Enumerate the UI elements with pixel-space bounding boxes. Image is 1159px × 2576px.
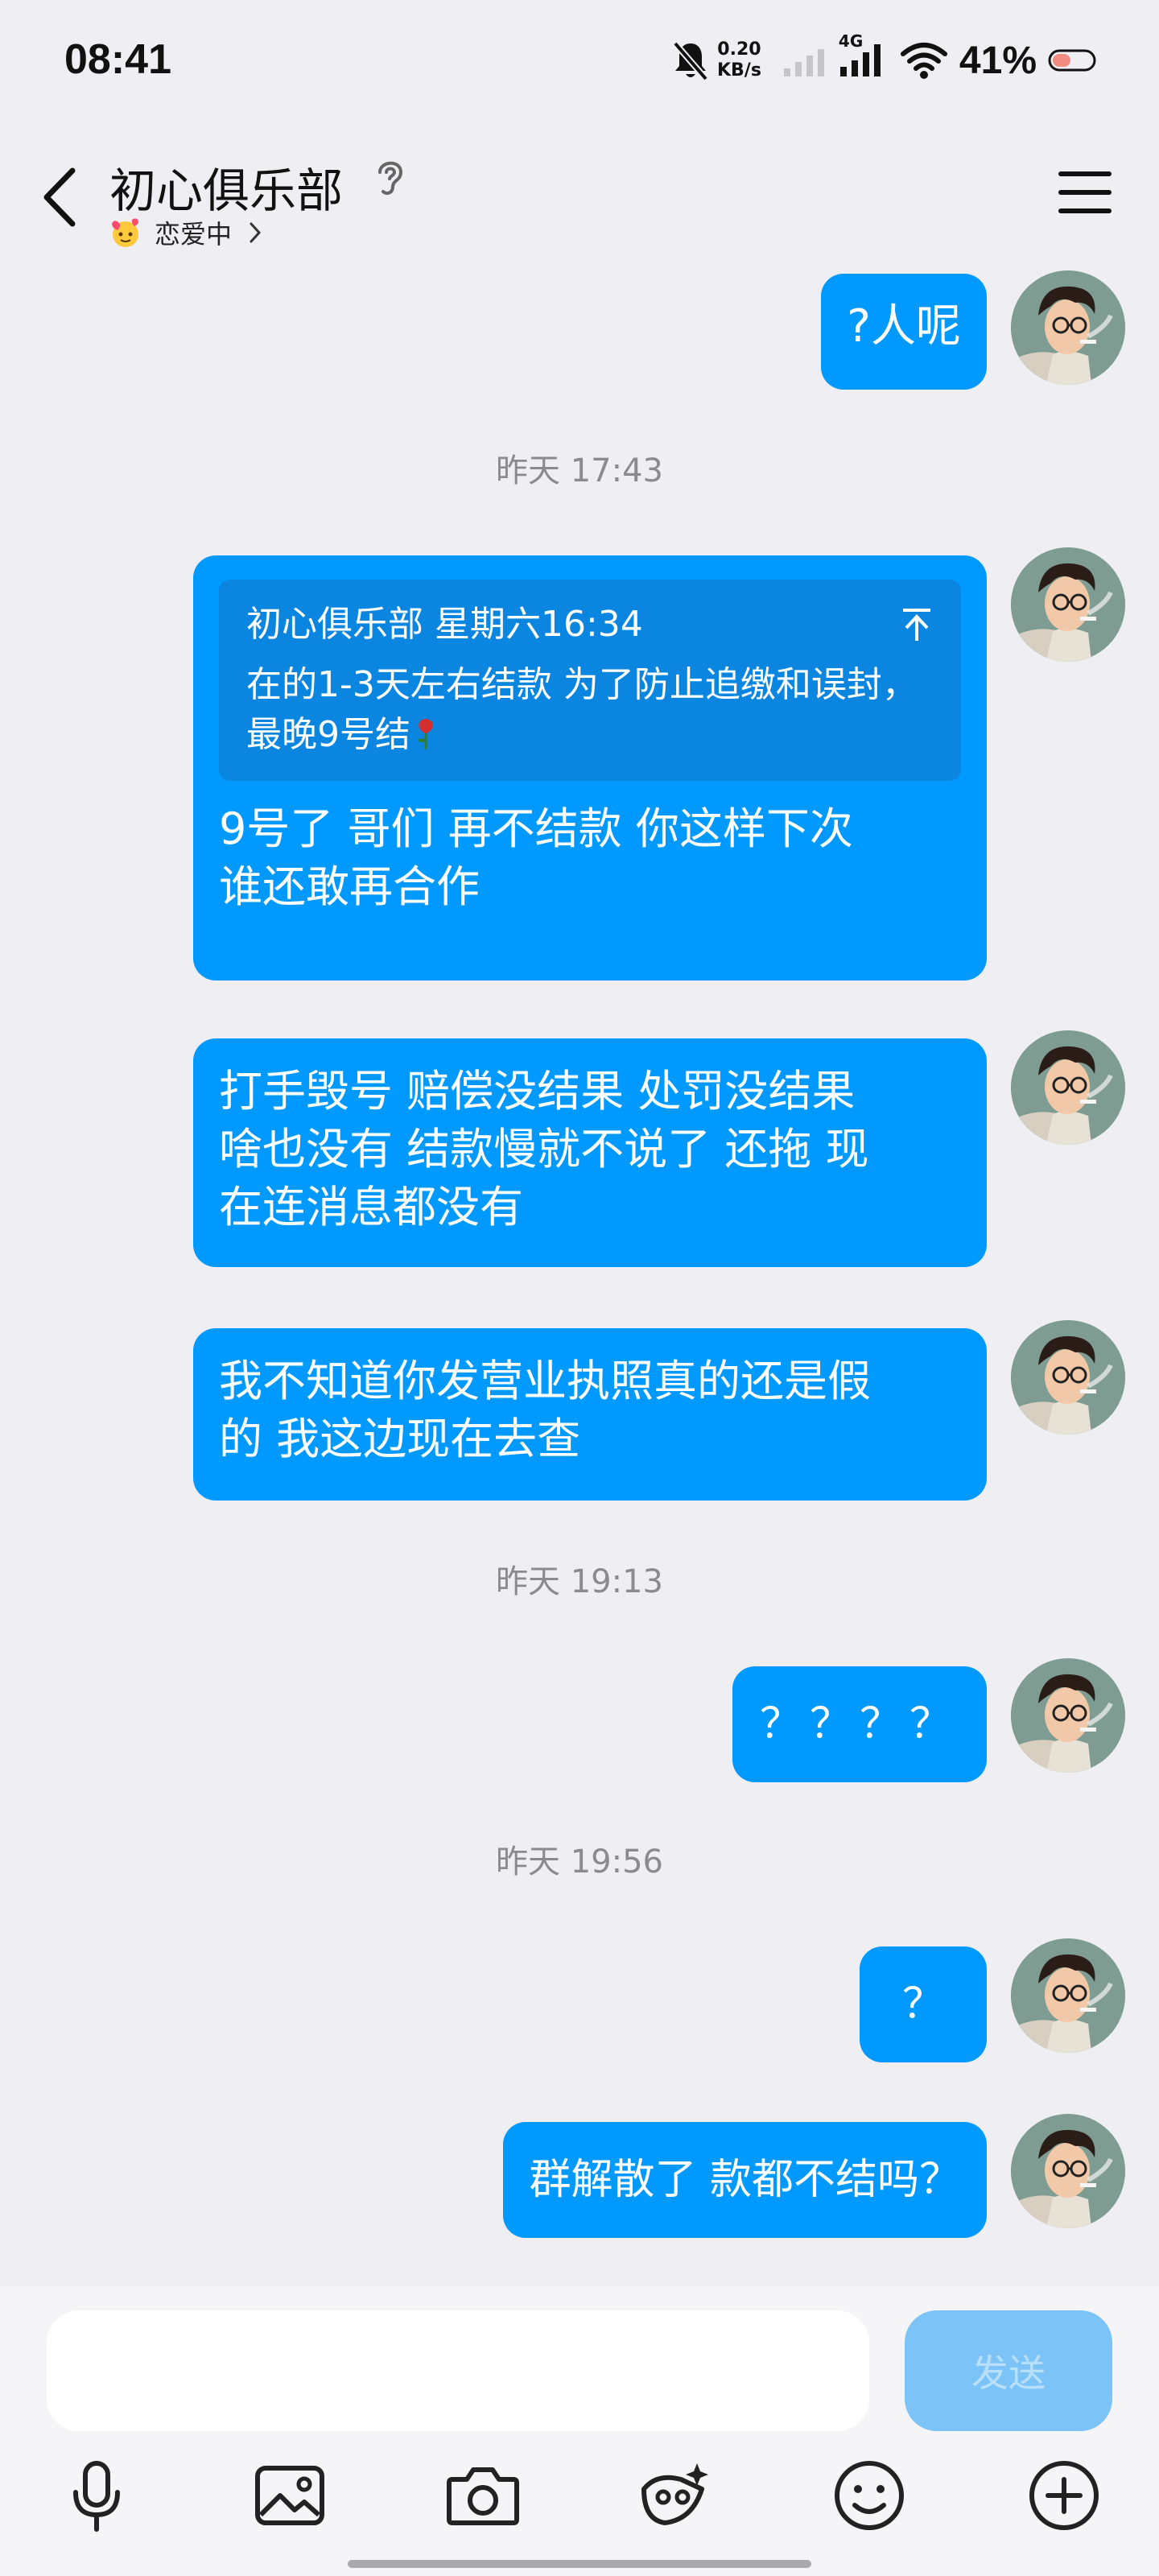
message-bubble[interactable]: 群解散了 款都不结吗？ xyxy=(503,2122,987,2238)
battery-icon xyxy=(1048,49,1096,72)
chat-header: 初心俱乐部 恋爱中 xyxy=(0,121,1159,274)
signal-sim2-icon xyxy=(783,49,824,76)
chat-title[interactable]: 初心俱乐部 xyxy=(109,153,343,221)
message-bubble-quote-reply[interactable]: 初心俱乐部 星期六16:34 在的1-3天左右结款 为了防止追缴和误封，最晚9号… xyxy=(193,555,987,980)
message-bubble[interactable]: 打手毁号 赔偿没结果 处罚没结果 啥也没有 结款慢就不说了 还拖 现 在连消息都… xyxy=(193,1038,987,1267)
camera-icon[interactable] xyxy=(443,2455,523,2536)
jump-to-quote-icon[interactable] xyxy=(900,607,934,642)
quote-time: 星期六16:34 xyxy=(435,604,643,645)
net-speed-unit: KB/s xyxy=(716,60,761,80)
timestamp: 昨天 19:56 xyxy=(496,1843,663,1880)
image-icon[interactable] xyxy=(250,2455,330,2536)
chat-messages[interactable]: ?人呢 昨天 17:43 初心俱乐部 星期六16:34 在的1-3天左右结款 为… xyxy=(0,270,1159,2286)
rose-emoji-icon xyxy=(418,719,433,749)
message-text: ?人呢 xyxy=(847,300,961,353)
message-bubble[interactable]: ?人呢 xyxy=(821,274,987,390)
chevron-right-icon xyxy=(250,222,262,243)
input-bar: 发送 xyxy=(0,2286,1159,2576)
emoji-icon[interactable] xyxy=(829,2455,909,2536)
input-toolbar xyxy=(0,2455,1159,2536)
message-text-line: 9号了 哥们 再不结款 你这样下次 xyxy=(219,803,853,854)
message-text-line: 打手毁号 赔偿没结果 处罚没结果 xyxy=(219,1066,856,1117)
avatar[interactable] xyxy=(1011,1320,1125,1435)
message-text-line: 的 我这边现在去查 xyxy=(219,1414,581,1464)
muted-bell-icon xyxy=(672,41,708,81)
home-indicator[interactable] xyxy=(348,2560,811,2568)
net-speed: 0.20 KB/s xyxy=(717,39,761,81)
message-text: ？ xyxy=(901,1980,944,2029)
message-bubble[interactable]: ？？？？ xyxy=(732,1666,987,1782)
send-button[interactable]: 发送 xyxy=(905,2310,1112,2431)
back-icon[interactable] xyxy=(37,163,82,232)
signal-4g: 4G xyxy=(839,31,887,81)
message-text: 群解散了 款都不结吗？ xyxy=(529,2156,961,2204)
quote-text: 在的1-3天左右结款 为了防止追缴和误封，最晚9号结 xyxy=(246,664,918,755)
mic-icon[interactable] xyxy=(56,2455,137,2536)
status-bar: 08:41 0.20 KB/s 4G 41% xyxy=(0,0,1159,121)
wifi-icon xyxy=(900,43,947,79)
status-time: 08:41 xyxy=(64,36,171,83)
message-text: ？？？？ xyxy=(759,1700,959,1748)
status-icons: 0.20 KB/s 4G 41% xyxy=(670,31,1099,89)
message-text-line: 在连消息都没有 xyxy=(219,1182,523,1232)
menu-icon[interactable] xyxy=(1058,169,1112,216)
message-text-line: 谁还敢再合作 xyxy=(219,861,480,912)
message-input[interactable] xyxy=(47,2310,869,2431)
timestamp: 昨天 19:13 xyxy=(496,1563,663,1600)
quote-header: 初心俱乐部 星期六16:34 xyxy=(246,601,643,649)
relationship-status-text: 恋爱中 xyxy=(155,219,233,250)
quote-author: 初心俱乐部 xyxy=(246,604,423,645)
net-speed-value: 0.20 xyxy=(717,39,761,60)
avatar[interactable] xyxy=(1011,1938,1125,2053)
message-text-line: 我不知道你发营业执照真的还是假 xyxy=(219,1356,871,1406)
timestamp: 昨天 17:43 xyxy=(496,452,663,489)
love-emoji-icon xyxy=(112,218,138,247)
message-text-line: 啥也没有 结款慢就不说了 还拖 现 xyxy=(219,1124,869,1174)
avatar[interactable] xyxy=(1011,547,1125,662)
message-bubble[interactable]: ？ xyxy=(860,1946,987,2062)
avatar[interactable] xyxy=(1011,2114,1125,2228)
avatar[interactable] xyxy=(1011,1658,1125,1773)
message-bubble[interactable]: 我不知道你发营业执照真的还是假 的 我这边现在去查 xyxy=(193,1328,987,1501)
avatar[interactable] xyxy=(1011,1030,1125,1145)
avatar[interactable] xyxy=(1011,270,1125,385)
plus-icon[interactable] xyxy=(1024,2455,1104,2536)
network-type: 4G xyxy=(838,31,864,51)
quoted-message[interactable]: 初心俱乐部 星期六16:34 在的1-3天左右结款 为了防止追缴和误封，最晚9号… xyxy=(219,580,961,781)
red-packet-icon[interactable] xyxy=(633,2455,713,2536)
quote-text-wrap: 在的1-3天左右结款 为了防止追缴和误封，最晚9号结 xyxy=(246,660,934,760)
battery-percent: 41% xyxy=(959,39,1037,82)
ear-icon[interactable] xyxy=(372,155,409,200)
relationship-status[interactable]: 恋爱中 xyxy=(109,214,264,251)
